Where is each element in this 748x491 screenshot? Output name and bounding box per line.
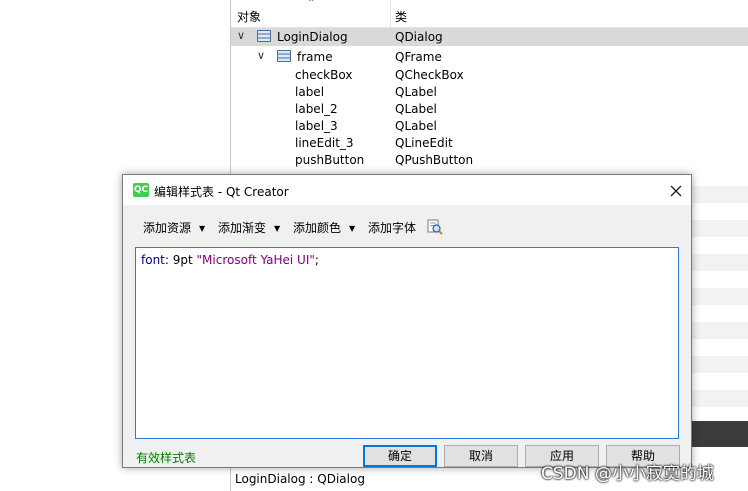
tree-row-class: QDialog	[395, 30, 443, 44]
widget-icon	[277, 50, 291, 62]
add-gradient-button[interactable]: 添加渐变 ▼	[218, 219, 280, 236]
close-button[interactable]	[661, 175, 691, 205]
tree-row-label-3[interactable]: label_3 QLabel	[231, 118, 748, 135]
widget-icon	[257, 30, 271, 42]
tree-row-name: pushButton	[295, 153, 365, 167]
add-gradient-label: 添加渐变	[218, 221, 267, 235]
tree-row-class: QLabel	[395, 102, 437, 116]
stylesheet-editor[interactable]: font: 9pt "Microsoft YaHei UI";	[135, 247, 679, 439]
tree-row-checkbox[interactable]: checkBox QCheckBox	[231, 67, 748, 84]
dialog-titlebar[interactable]: QC 编辑样式表 - Qt Creator	[123, 175, 691, 205]
stylesheet-toolbar: 添加资源 ▼ 添加渐变 ▼ 添加颜色 ▼ 添加字体	[123, 213, 691, 243]
qt-creator-logo-icon: QC	[133, 183, 149, 197]
add-font-button[interactable]: 添加字体	[368, 219, 416, 236]
column-header-object[interactable]: 对象	[237, 8, 261, 25]
css-font-family-value: "Microsoft YaHei UI"	[196, 253, 315, 267]
css-size-value: 9pt	[172, 253, 197, 267]
tree-row-name: lineEdit_3	[295, 136, 354, 150]
chevron-down-icon[interactable]: ∨	[237, 29, 245, 42]
ok-button[interactable]: 确定	[363, 445, 437, 467]
close-icon	[670, 185, 682, 196]
tree-row-name: LoginDialog	[277, 30, 348, 44]
tree-row-class: QLabel	[395, 119, 437, 133]
dropdown-arrow-icon: ▼	[199, 224, 206, 233]
add-resource-button[interactable]: 添加资源 ▼	[143, 219, 205, 236]
tree-row-class: QPushButton	[395, 153, 474, 167]
css-semicolon: ;	[314, 253, 319, 267]
column-divider	[390, 0, 391, 27]
tree-row-name: label_2	[295, 102, 338, 116]
selected-object-label: LoginDialog : QDialog	[235, 472, 365, 486]
dialog-title: 编辑样式表 - Qt Creator	[154, 185, 289, 199]
font-picker-icon[interactable]	[427, 219, 443, 235]
dropdown-arrow-icon: ▼	[349, 224, 356, 233]
tree-row-name: frame	[297, 50, 333, 64]
add-color-label: 添加颜色	[293, 221, 342, 235]
tree-row-name: label_3	[295, 119, 338, 133]
tree-row-frame[interactable]: ∨ frame QFrame	[231, 49, 748, 66]
cancel-button[interactable]: 取消	[444, 445, 518, 467]
tree-row-label-2[interactable]: label_2 QLabel	[231, 101, 748, 118]
tree-row-name: label	[295, 85, 325, 99]
chevron-down-icon[interactable]: ∨	[257, 49, 265, 62]
tree-row-lineedit-3[interactable]: lineEdit_3 QLineEdit	[231, 135, 748, 152]
edit-stylesheet-dialog: QC 编辑样式表 - Qt Creator 添加资源 ▼ 添加渐变 ▼ 添加颜色 ▼ …	[122, 174, 692, 468]
tree-row-label[interactable]: label QLabel	[231, 84, 748, 101]
stylesheet-code-line: font: 9pt "Microsoft YaHei UI";	[141, 253, 319, 267]
csdn-watermark: CSDN @小小寂寞的城	[541, 464, 714, 484]
tree-row-logindialog[interactable]: ∨ LoginDialog QDialog	[231, 29, 748, 46]
stylesheet-valid-status: 有效样式表	[136, 451, 197, 465]
tree-row-pushbutton[interactable]: pushButton QPushButton	[231, 152, 748, 169]
tree-row-class: QLineEdit	[395, 136, 453, 150]
tree-row-class: QLabel	[395, 85, 437, 99]
sort-up-icon: ⌃	[307, 0, 316, 9]
tree-row-class: QCheckBox	[395, 68, 464, 82]
css-colon: :	[164, 253, 173, 267]
add-color-button[interactable]: 添加颜色 ▼	[293, 219, 355, 236]
tree-row-class: QFrame	[395, 50, 442, 64]
css-property: font	[141, 253, 165, 267]
dropdown-arrow-icon: ▼	[274, 224, 281, 233]
add-font-label: 添加字体	[368, 221, 417, 235]
tree-row-name: checkBox	[295, 68, 353, 82]
inspector-header: ⌃ 对象 类	[231, 0, 748, 28]
add-resource-label: 添加资源	[143, 221, 192, 235]
column-header-class[interactable]: 类	[395, 8, 407, 25]
